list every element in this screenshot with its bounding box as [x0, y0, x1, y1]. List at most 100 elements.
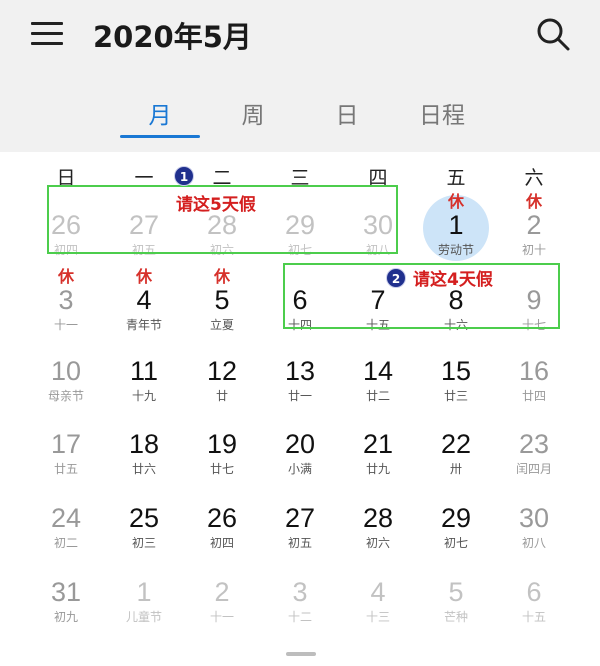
annotation-text-1: 请这5天假 [176, 195, 256, 215]
day-number: 20 [284, 429, 316, 459]
day-number: 25 [128, 503, 160, 533]
day-number: 28 [362, 503, 394, 533]
day-number: 24 [50, 503, 82, 533]
tab-week[interactable]: 周 [233, 96, 273, 130]
lunar-label: 劳动节 [437, 243, 474, 257]
lunar-label: 初五 [287, 536, 312, 550]
lunar-label: 廿六 [131, 462, 156, 476]
lunar-label: 十九 [131, 389, 156, 403]
day-cell[interactable]: 14 廿二 [339, 355, 417, 425]
day-number: 5 [448, 577, 464, 607]
day-cell[interactable]: 24 初二 [27, 502, 105, 572]
search-icon[interactable] [535, 16, 571, 52]
day-cell[interactable]: 13 廿一 [261, 355, 339, 425]
day-cell[interactable]: 16 廿四 [495, 355, 573, 425]
day-number: 23 [518, 429, 550, 459]
day-number: 29 [440, 503, 472, 533]
day-number: 4 [370, 577, 386, 607]
top-app-bar: 2020年5月 月 周 日 日程 [0, 0, 600, 152]
day-cell[interactable]: 15 廿三 [417, 355, 495, 425]
lunar-label: 初六 [365, 536, 390, 550]
day-number: 2 [526, 210, 542, 240]
day-cell[interactable]: 26 初四 [183, 502, 261, 572]
day-cell[interactable]: 2 十一 [183, 576, 261, 646]
day-cell[interactable]: 10 母亲节 [27, 355, 105, 425]
lunar-label: 卅 [449, 462, 462, 476]
lunar-label: 芒种 [443, 610, 468, 624]
day-number: 6 [526, 577, 542, 607]
view-tabs: 月 周 日 日程 [0, 96, 600, 140]
day-cell[interactable]: 19 廿七 [183, 428, 261, 498]
day-cell[interactable]: 5 芒种 [417, 576, 495, 646]
day-cell[interactable]: 休 4 青年节 [105, 267, 183, 354]
tab-day[interactable]: 日 [327, 96, 367, 130]
lunar-label: 廿三 [443, 389, 468, 403]
lunar-label: 初十 [521, 243, 546, 257]
day-cell[interactable]: 25 初三 [105, 502, 183, 572]
day-cell[interactable]: 休 3 十一 [27, 267, 105, 354]
day-cell[interactable]: 29 初七 [417, 502, 495, 572]
day-cell[interactable]: 20 小满 [261, 428, 339, 498]
lunar-label: 廿一 [287, 389, 312, 403]
day-number: 3 [292, 577, 308, 607]
day-number: 10 [50, 356, 82, 386]
day-number: 30 [518, 503, 550, 533]
day-cell[interactable]: 12 廿 [183, 355, 261, 425]
day-number: 18 [128, 429, 160, 459]
page-title: 2020年5月 [93, 20, 252, 54]
day-cell[interactable]: 28 初六 [339, 502, 417, 572]
day-number: 3 [58, 285, 74, 315]
home-indicator[interactable] [286, 652, 316, 656]
lunar-label: 廿四 [521, 389, 546, 403]
lunar-label: 初二 [53, 536, 78, 550]
lunar-label: 母亲节 [47, 389, 84, 403]
lunar-label: 立夏 [209, 318, 234, 332]
day-number: 2 [214, 577, 230, 607]
day-cell[interactable]: 6 十五 [495, 576, 573, 646]
day-cell[interactable]: 17 廿五 [27, 428, 105, 498]
annotation-marker-2: 2 [386, 268, 406, 288]
day-cell[interactable]: 3 十二 [261, 576, 339, 646]
day-number: 31 [50, 577, 82, 607]
annotation-marker-1: 1 [174, 166, 194, 186]
day-cell[interactable]: 休 5 立夏 [183, 267, 261, 354]
lunar-label: 廿九 [365, 462, 390, 476]
day-number: 5 [214, 285, 230, 315]
day-number: 26 [206, 503, 238, 533]
day-cell[interactable]: 1 儿童节 [105, 576, 183, 646]
lunar-label: 十三 [365, 610, 390, 624]
day-number: 17 [50, 429, 82, 459]
lunar-label: 初八 [521, 536, 546, 550]
lunar-label: 初三 [131, 536, 156, 550]
lunar-label: 小满 [287, 462, 312, 476]
menu-icon[interactable] [31, 22, 63, 46]
day-cell[interactable]: 23 闰四月 [495, 428, 573, 498]
day-number: 12 [206, 356, 238, 386]
lunar-label: 初四 [209, 536, 234, 550]
day-number: 21 [362, 429, 394, 459]
day-cell[interactable]: 22 卅 [417, 428, 495, 498]
weekday-label: 五 [446, 167, 466, 189]
tab-month[interactable]: 月 [140, 96, 180, 130]
lunar-label: 闰四月 [515, 462, 552, 476]
day-cell[interactable]: 11 十九 [105, 355, 183, 425]
day-number: 15 [440, 356, 472, 386]
day-cell[interactable]: 21 廿九 [339, 428, 417, 498]
weekday-label: 六 [524, 167, 544, 189]
day-number: 27 [284, 503, 316, 533]
lunar-label: 廿二 [365, 389, 390, 403]
active-tab-indicator [120, 135, 200, 138]
day-cell[interactable]: 4 十三 [339, 576, 417, 646]
day-number: 4 [136, 285, 152, 315]
annotation-text-2: 请这4天假 [413, 270, 493, 290]
lunar-label: 十五 [521, 610, 546, 624]
tab-schedule[interactable]: 日程 [412, 96, 472, 130]
lunar-label: 初九 [53, 610, 78, 624]
day-cell[interactable]: 18 廿六 [105, 428, 183, 498]
day-cell[interactable]: 30 初八 [495, 502, 573, 572]
day-cell[interactable]: 27 初五 [261, 502, 339, 572]
day-number: 19 [206, 429, 238, 459]
day-cell[interactable]: 31 初九 [27, 576, 105, 646]
lunar-label: 初七 [443, 536, 468, 550]
lunar-label: 儿童节 [125, 610, 162, 624]
